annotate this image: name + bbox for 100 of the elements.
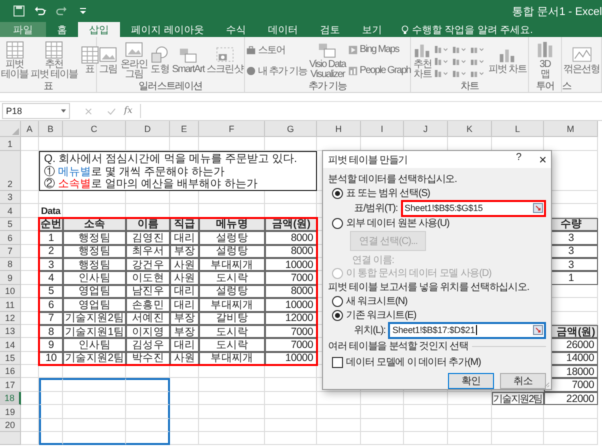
ribbon-tab[interactable]: 수식 xyxy=(214,22,257,37)
dialog-button[interactable]: 확인 xyxy=(448,373,494,389)
column-header[interactable]: J xyxy=(404,121,448,137)
table-cell: 7000 xyxy=(265,271,317,285)
row-header[interactable]: 4 xyxy=(0,204,21,218)
row-header[interactable]: 7 xyxy=(0,244,21,258)
row-header[interactable]: 10 xyxy=(0,284,21,298)
row-header[interactable]: 3 xyxy=(0,191,21,204)
ribbon-button[interactable]: 도형 xyxy=(148,46,171,74)
row-header[interactable]: 1 xyxy=(0,137,21,151)
row-header[interactable]: 9 xyxy=(0,271,21,285)
column-header[interactable]: H xyxy=(317,121,361,137)
column-header[interactable]: E xyxy=(170,121,199,137)
row-header[interactable]: 12 xyxy=(0,312,21,325)
row-header[interactable]: 5 xyxy=(0,218,21,232)
section-heading: 여러 테이블을 분석할 것인지 선택 xyxy=(328,340,468,354)
ribbon-button[interactable]: SmartArt xyxy=(171,46,206,74)
column-header[interactable]: K xyxy=(448,121,492,137)
column-header[interactable]: A xyxy=(21,121,39,137)
row-header[interactable]: 13 xyxy=(0,324,21,338)
table-cell: 부장 xyxy=(170,244,199,258)
window-title: 통합 문서1 - Excel xyxy=(512,4,602,18)
row-header[interactable]: 15 xyxy=(0,352,21,366)
location-field[interactable]: Sheet1!$B$17:$D$21 xyxy=(388,322,546,339)
ribbon-tab[interactable]: 삽입 xyxy=(78,22,120,37)
table-cell: 12000 xyxy=(265,312,317,325)
column-header[interactable]: B xyxy=(39,121,63,137)
column-header[interactable]: C xyxy=(63,121,126,137)
column-header[interactable]: I xyxy=(361,121,404,137)
row-header[interactable]: 16 xyxy=(0,365,21,378)
question-line: ② 소속별로 얼마의 예산을 배부해야 하는가 xyxy=(44,178,258,190)
table-cell: 부대찌개 xyxy=(199,258,265,272)
row-header[interactable]: 20 xyxy=(0,418,21,432)
table-cell: 영업팀 xyxy=(63,284,126,298)
column-header[interactable]: M xyxy=(544,121,598,137)
ribbon-button[interactable]: 피벗 차트 xyxy=(487,46,528,74)
connection-name-label: 연결 이름: xyxy=(351,254,395,266)
ribbon-button[interactable]: 피벗 테이블 xyxy=(0,40,30,80)
group-label: 표 xyxy=(43,81,53,92)
ribbon-tab[interactable]: 페이지 레이아웃 xyxy=(120,22,215,37)
table-cell: 행정팀 xyxy=(63,231,126,245)
ribbon-button[interactable]: 온라인 그림 xyxy=(119,40,149,80)
row-header[interactable]: 17 xyxy=(0,378,21,392)
table-cell: 대리 xyxy=(170,284,199,298)
table-cell: 이지영 xyxy=(126,324,170,338)
ribbon-button[interactable]: People Graph xyxy=(346,64,412,77)
table-cell: 강건우 xyxy=(126,258,170,272)
column-header[interactable]: F xyxy=(199,121,265,137)
row-header[interactable]: 6 xyxy=(0,231,21,245)
name-box[interactable]: P18 xyxy=(2,103,70,119)
ribbon-tab[interactable]: 홈 xyxy=(46,22,78,37)
radio-option[interactable]: 외부 데이터 원본 사용(U) xyxy=(328,216,546,230)
table-cell: 설렁탕 xyxy=(199,231,265,245)
close-button[interactable]: × xyxy=(539,152,546,168)
column-header[interactable]: G xyxy=(265,121,317,137)
table-cell: 부대찌개 xyxy=(199,298,265,312)
table-cell: 갈비탕 xyxy=(199,312,265,325)
table-cell: 최우서 xyxy=(126,244,170,258)
row-header[interactable]: 19 xyxy=(0,405,21,419)
help-button[interactable]: ? xyxy=(516,152,521,168)
table-cell: 도시락 xyxy=(199,271,265,285)
ribbon-tab[interactable]: 검토 xyxy=(308,22,351,37)
ribbon-button[interactable]: 스크린샷 xyxy=(205,46,244,74)
ribbon-button[interactable]: 추천 차트 xyxy=(411,40,434,80)
table-cell: 7000 xyxy=(265,338,317,352)
ribbon-button[interactable]: 3D 맵 xyxy=(534,40,556,80)
ribbon-button[interactable]: Bing Maps xyxy=(346,43,412,56)
column-header[interactable]: L xyxy=(492,121,544,137)
group-label: 투어 xyxy=(536,81,554,92)
tell-me-field[interactable]: 수행할 작업을 알려 주세요. xyxy=(400,22,533,37)
checkbox-option[interactable]: 데이터 모델에 이 데이터 추가(M) xyxy=(328,355,546,369)
table-cell: 행정팀 xyxy=(63,244,126,258)
table-cell: 남진우 xyxy=(126,284,170,298)
radio-option[interactable]: 표 또는 범위 선택(S) xyxy=(328,186,546,200)
row-header[interactable]: 8 xyxy=(0,258,21,272)
range-field[interactable]: Sheet1!$B$5:$G$15 xyxy=(400,200,546,217)
insert-function-button[interactable]: fx xyxy=(124,106,132,116)
row-header[interactable]: 18 xyxy=(0,392,21,406)
table-cell: 대리 xyxy=(170,231,199,245)
ribbon-button[interactable]: 내 추가 기능 xyxy=(245,62,308,78)
dialog-button[interactable]: 취소 xyxy=(500,373,546,389)
row-header[interactable]: 14 xyxy=(0,338,21,352)
ribbon-button[interactable]: 추천 피벗 테이블 xyxy=(29,40,79,80)
radio-option[interactable]: 새 워크시트(N) xyxy=(328,294,546,308)
ribbon-button[interactable]: 스토어 xyxy=(245,42,308,58)
table-cell: 인사팀 xyxy=(63,338,126,352)
ribbon-button[interactable]: Visio Data Visualizer xyxy=(308,40,347,80)
table-cell: 기술지원1팀 xyxy=(63,324,126,338)
ribbon-button[interactable]: 꺾은선형 xyxy=(562,46,601,74)
table-cell: 손흥민 xyxy=(126,298,170,312)
row-header[interactable]: 2 xyxy=(0,151,21,191)
ribbon-tab[interactable]: 보기 xyxy=(350,22,393,37)
ribbon-tab[interactable]: 데이터 xyxy=(256,22,309,37)
table-cell: 이도현 xyxy=(126,271,170,285)
column-header[interactable]: D xyxy=(126,121,170,137)
question-line: Q. 회사에서 점심시간에 먹을 메뉴를 주문받고 있다. xyxy=(44,153,298,166)
row-header[interactable]: 11 xyxy=(0,298,21,312)
table-cell: 기술지원2팀 xyxy=(63,312,126,325)
table-cell-text: 기술지원2팀 xyxy=(493,392,543,406)
radio-option[interactable]: 기존 워크시트(E) xyxy=(328,308,546,322)
